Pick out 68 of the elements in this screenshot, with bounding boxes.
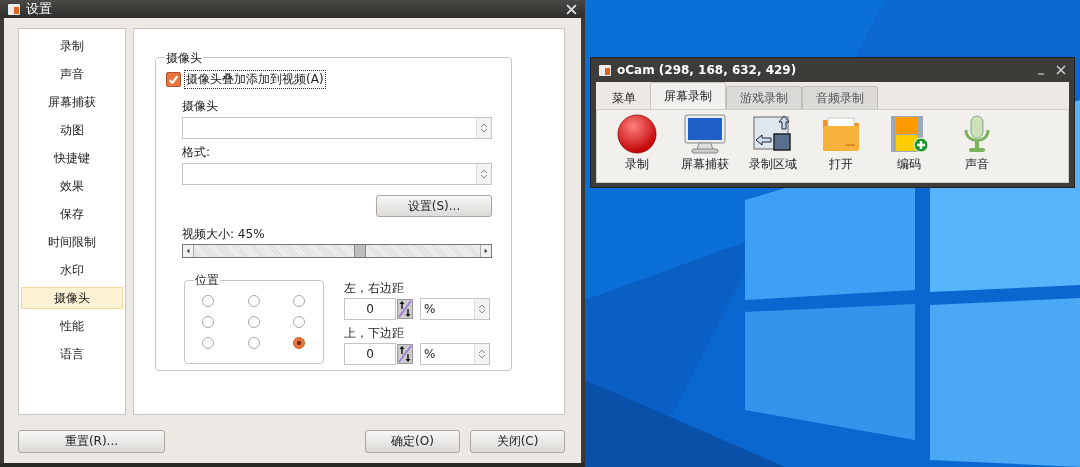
spinner-icon xyxy=(480,122,488,134)
format-dropdown[interactable] xyxy=(182,163,492,185)
field-label: 摄像头 xyxy=(182,98,219,114)
spinner-icon xyxy=(480,168,488,180)
app-icon xyxy=(599,64,611,76)
window-title: oCam (298, 168, 632, 429) xyxy=(617,63,797,77)
unit-dropdown[interactable]: % xyxy=(420,298,490,320)
sidebar-item[interactable]: 语言 xyxy=(21,343,123,365)
size-label: 视频大小: 45% xyxy=(182,226,266,242)
sidebar-item[interactable]: 效果 xyxy=(21,175,123,197)
camera-dropdown[interactable] xyxy=(182,117,492,139)
size-slider[interactable] xyxy=(182,244,492,258)
field-label: 上，下边距 xyxy=(344,325,405,341)
record-icon xyxy=(615,114,659,154)
left-arrow-icon[interactable] xyxy=(186,248,190,254)
group-title: 摄像头 xyxy=(165,51,203,65)
number-field[interactable]: 0 xyxy=(344,343,396,365)
checkbox[interactable] xyxy=(166,72,181,87)
reset-button[interactable]: 重置(R)... xyxy=(18,430,165,453)
close-button[interactable]: 关闭(C) xyxy=(470,430,565,453)
slider-thumb[interactable] xyxy=(353,245,366,257)
radio-button[interactable] xyxy=(202,295,214,307)
field-label: 格式: xyxy=(182,144,212,160)
spinner-icon xyxy=(478,348,486,360)
toolbar-button[interactable]: 打开 xyxy=(811,114,871,182)
up-down-arrow-icon[interactable] xyxy=(397,299,413,319)
sidebar-item[interactable]: 时间限制 xyxy=(21,231,123,253)
number-field[interactable]: 0 xyxy=(344,298,396,320)
tab[interactable]: 菜单 xyxy=(598,86,650,109)
sidebar-item[interactable]: 保存 xyxy=(21,203,123,225)
sidebar-item[interactable]: 录制 xyxy=(21,35,123,57)
sidebar-item[interactable]: 声音 xyxy=(21,63,123,85)
sidebar-item[interactable]: 水印 xyxy=(21,259,123,281)
sidebar-item[interactable]: 性能 xyxy=(21,315,123,337)
radio-button[interactable] xyxy=(293,295,305,307)
up-down-arrow-icon[interactable] xyxy=(397,344,413,364)
radio-button[interactable] xyxy=(202,337,214,349)
tab[interactable]: 屏幕录制 xyxy=(650,82,726,109)
sidebar-item[interactable]: 快捷键 xyxy=(21,147,123,169)
radio-button[interactable] xyxy=(293,316,305,328)
toolbar-button[interactable]: 声音 xyxy=(947,114,1007,182)
checkbox-label[interactable]: 摄像头叠加添加到视频(A) xyxy=(184,70,326,89)
window-title: 设置 xyxy=(26,0,53,18)
radio-button[interactable] xyxy=(247,337,260,349)
tab[interactable]: 游戏录制 xyxy=(726,86,802,109)
toolbar-button[interactable]: 编码 xyxy=(879,114,939,182)
group-title: 位置 xyxy=(194,273,220,287)
tab[interactable]: 音频录制 xyxy=(802,86,878,109)
toolbar-button[interactable]: 录制 xyxy=(607,114,667,182)
toolbar-button[interactable]: 录制区域 xyxy=(743,114,803,182)
spinner-icon xyxy=(478,303,486,315)
radio-button[interactable] xyxy=(247,316,260,328)
settings-button[interactable]: 设置(S)... xyxy=(376,195,492,217)
radio-button[interactable] xyxy=(202,316,214,328)
app-icon xyxy=(8,3,20,15)
sidebar-item[interactable]: 动图 xyxy=(21,119,123,141)
field-label: 左，右边距 xyxy=(344,280,405,296)
close-icon[interactable] xyxy=(1056,65,1066,75)
radio-button[interactable] xyxy=(247,295,260,307)
ok-button[interactable]: 确定(O) xyxy=(365,430,460,453)
radio-button[interactable] xyxy=(293,337,305,349)
right-arrow-icon[interactable] xyxy=(484,248,488,254)
monitor-icon xyxy=(683,114,727,154)
toolbar-button[interactable]: 屏幕捕获 xyxy=(675,114,735,182)
sidebar-item[interactable]: 摄像头 xyxy=(21,287,123,309)
close-icon[interactable] xyxy=(566,3,577,15)
sidebar-item[interactable]: 屏幕捕获 xyxy=(21,91,123,113)
unit-dropdown[interactable]: % xyxy=(420,343,490,365)
